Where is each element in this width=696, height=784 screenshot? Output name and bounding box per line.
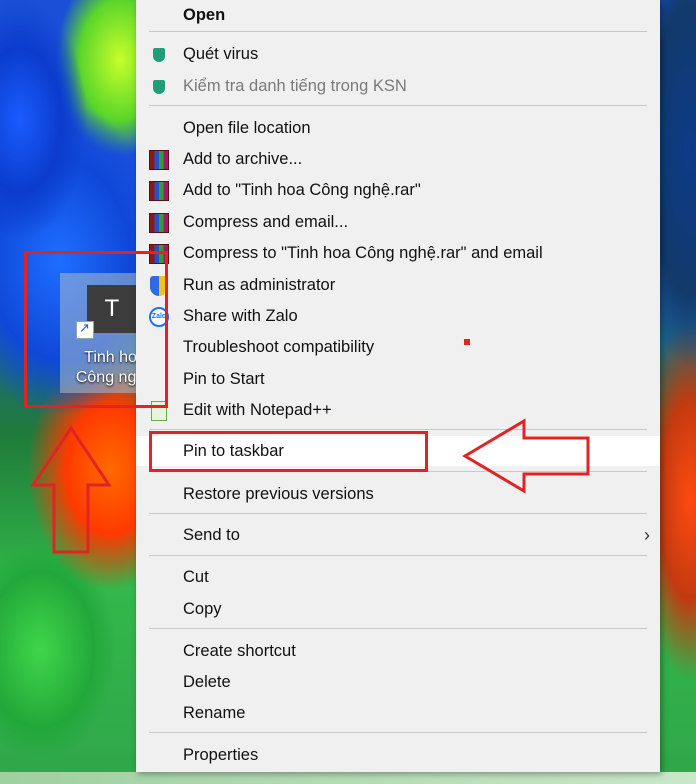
menu-separator [149, 628, 647, 629]
annotation-box-desktop-icon [24, 251, 168, 408]
menu-item-rename[interactable]: Rename [136, 698, 660, 728]
kaspersky-shield-icon [148, 45, 170, 65]
menu-item-label: Edit with Notepad++ [183, 401, 332, 419]
menu-item-pin-to-start[interactable]: Pin to Start [136, 364, 660, 394]
menu-item-label: Copy [183, 600, 222, 618]
menu-item-label: Add to "Tinh hoa Công nghệ.rar" [183, 181, 421, 199]
kaspersky-shield-icon [148, 77, 170, 97]
annotation-box-pin-to-taskbar [149, 431, 428, 472]
menu-item-add-to-rar[interactable]: Add to "Tinh hoa Công nghệ.rar" [136, 175, 660, 205]
menu-item-troubleshoot-compatibility[interactable]: Troubleshoot compatibility [136, 332, 660, 362]
menu-separator [149, 31, 647, 32]
context-menu: Open Quét virus Kiểm tra danh tiếng tron… [136, 0, 660, 772]
menu-item-label: Kiểm tra danh tiếng trong KSN [183, 77, 407, 95]
winrar-icon [148, 181, 170, 201]
menu-item-share-with-zalo[interactable]: Zalo Share with Zalo [136, 301, 660, 331]
menu-item-copy[interactable]: Copy [136, 594, 660, 624]
menu-item-label: Pin to Start [183, 370, 265, 388]
menu-item-label: Open file location [183, 119, 311, 137]
annotation-arrow-up-icon [30, 425, 112, 554]
menu-separator [149, 105, 647, 106]
menu-item-label: Restore previous versions [183, 485, 374, 503]
menu-separator [149, 732, 647, 733]
menu-item-open[interactable]: Open [136, 0, 660, 30]
menu-item-label: Send to [183, 526, 240, 544]
menu-separator [149, 555, 647, 556]
menu-item-properties[interactable]: Properties [136, 740, 660, 770]
menu-item-send-to[interactable]: Send to › [136, 520, 660, 550]
menu-item-add-to-archive[interactable]: Add to archive... [136, 144, 660, 174]
menu-item-label: Properties [183, 746, 259, 764]
annotation-dot [464, 339, 470, 345]
menu-item-create-shortcut[interactable]: Create shortcut [136, 636, 660, 666]
menu-item-label: Quét virus [183, 45, 259, 63]
menu-item-label: Create shortcut [183, 642, 296, 660]
menu-item-label: Troubleshoot compatibility [183, 338, 375, 356]
winrar-icon [148, 150, 170, 170]
menu-item-label: Add to archive... [183, 150, 303, 168]
menu-item-scan-virus[interactable]: Quét virus [136, 39, 660, 69]
winrar-icon [148, 213, 170, 233]
menu-item-cut[interactable]: Cut [136, 562, 660, 592]
menu-item-label: Rename [183, 704, 246, 722]
chevron-right-icon: › [644, 525, 650, 545]
menu-item-delete[interactable]: Delete [136, 667, 660, 697]
menu-item-compress-and-email[interactable]: Compress and email... [136, 207, 660, 237]
menu-item-ksn-reputation[interactable]: Kiểm tra danh tiếng trong KSN [136, 71, 660, 101]
menu-item-label: Share with Zalo [183, 307, 298, 325]
menu-item-label: Run as administrator [183, 276, 336, 294]
menu-item-label: Open [183, 6, 226, 24]
menu-item-label: Cut [183, 568, 209, 586]
menu-item-compress-to-rar-and-email[interactable]: Compress to "Tinh hoa Công nghệ.rar" and… [136, 238, 660, 268]
menu-item-label: Compress and email... [183, 213, 349, 231]
desktop-bottom-strip [0, 772, 696, 784]
menu-item-open-file-location[interactable]: Open file location [136, 113, 660, 143]
menu-item-label: Compress to "Tinh hoa Công nghệ.rar" and… [183, 244, 543, 262]
menu-separator [149, 513, 647, 514]
menu-item-run-as-administrator[interactable]: Run as administrator [136, 270, 660, 300]
menu-item-label: Delete [183, 673, 231, 691]
annotation-arrow-left-icon [462, 418, 590, 494]
